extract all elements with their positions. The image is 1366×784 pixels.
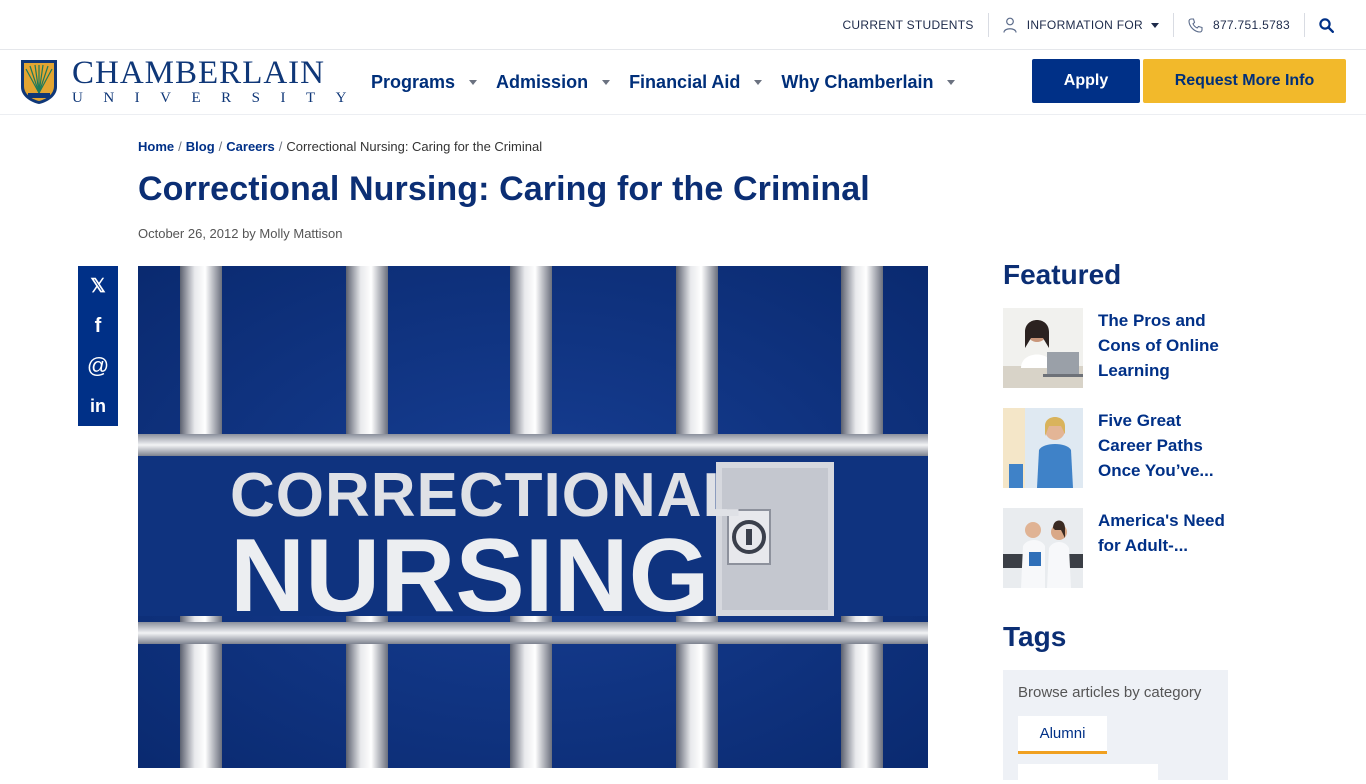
nav-financial-aid[interactable]: Financial Aid [629,71,763,93]
chevron-down-icon [1150,22,1159,28]
share-linkedin-button[interactable]: in [78,386,118,426]
request-info-button[interactable]: Request More Info [1143,59,1346,103]
featured-title: Five Great Career Paths Once You’ve... [1098,411,1214,480]
search-button[interactable] [1305,12,1344,38]
utility-bar: CURRENT STUDENTS INFORMATION FOR 877.751… [0,0,1366,50]
tags-heading: Tags [1003,621,1067,652]
email-icon: @ [86,353,110,378]
nav-label: Financial Aid [629,71,741,92]
breadcrumb-careers[interactable]: Careers [226,139,274,154]
search-icon [1319,17,1334,33]
current-students-link[interactable]: CURRENT STUDENTS [828,12,987,38]
share-email-button[interactable]: @ [78,346,118,386]
featured-thumbnail [1003,508,1083,588]
tag-alumni[interactable]: Alumni [1018,716,1107,754]
nav-admission[interactable]: Admission [496,71,611,93]
logo-name: CHAMBERLAIN [72,55,326,91]
featured-heading: Featured [1003,259,1122,290]
share-bar: 𝕏 f @ in [78,266,118,426]
facebook-icon: f [94,314,102,337]
logo-subtitle: UNIVERSITY [72,90,367,106]
person-icon [1003,17,1017,33]
information-for-dropdown[interactable]: INFORMATION FOR [989,12,1173,38]
tag-next[interactable] [1018,764,1158,784]
breadcrumb-separator: / [278,139,283,154]
breadcrumb-blog[interactable]: Blog [186,139,215,154]
nav-programs[interactable]: Programs [371,71,478,93]
page-title: Correctional Nursing: Caring for the Cri… [138,170,870,208]
jail-bars-illustration: CORRECTIONAL NURSING [138,266,928,768]
utility-links: CURRENT STUDENTS INFORMATION FOR 877.751… [828,0,1344,50]
featured-title: The Pros and Cons of Online Learning [1098,311,1219,380]
share-facebook-button[interactable]: f [78,306,118,346]
tags-caption: Browse articles by category [1018,684,1202,701]
phone-number: 877.751.5783 [1212,18,1290,32]
linkedin-icon: in [90,395,106,416]
nav-why-chamberlain[interactable]: Why Chamberlain [781,71,956,93]
featured-thumbnail [1003,308,1083,388]
chamberlain-logo[interactable]: CHAMBERLAIN UNIVERSITY [20,55,367,106]
chevron-down-icon [469,79,478,85]
chevron-down-icon [947,79,956,85]
shield-logo-icon [21,60,57,104]
featured-thumbnail [1003,408,1083,488]
hero-text-line2: NURSING [230,518,710,634]
chevron-down-icon [602,79,611,85]
chevron-down-icon [754,79,763,85]
main-nav: Programs Admission Financial Aid Why Cha… [371,50,974,114]
article-meta: October 26, 2012 by Molly Mattison [138,226,343,241]
tag-label: Alumni [1039,725,1086,742]
phone-link[interactable]: 877.751.5783 [1174,12,1304,38]
x-icon: 𝕏 [90,275,106,297]
share-x-button[interactable]: 𝕏 [78,266,118,306]
phone-icon [1188,17,1203,33]
breadcrumb-current: Correctional Nursing: Caring for the Cri… [286,139,543,154]
featured-item[interactable]: America's Need for Adult-... [1003,508,1233,588]
apply-button[interactable]: Apply [1032,59,1140,103]
nav-label: Why Chamberlain [781,71,934,92]
current-students-label: CURRENT STUDENTS [842,18,974,32]
nav-label: Admission [496,71,589,92]
featured-item[interactable]: The Pros and Cons of Online Learning [1003,308,1233,388]
breadcrumb: Home / Blog / Careers / Correctional Nur… [138,139,542,154]
featured-item[interactable]: Five Great Career Paths Once You’ve... [1003,408,1233,488]
article-hero-image: CORRECTIONAL NURSING [138,266,928,768]
featured-title: America's Need for Adult-... [1098,511,1225,555]
breadcrumb-separator: / [218,139,223,154]
tags-box: Browse articles by category Alumni [1003,670,1228,784]
information-for-label: INFORMATION FOR [1026,18,1143,32]
breadcrumb-home[interactable]: Home [138,139,174,154]
main-header: CHAMBERLAIN UNIVERSITY Programs Admissio… [0,50,1366,115]
breadcrumb-separator: / [178,139,182,154]
nav-label: Programs [371,71,456,92]
